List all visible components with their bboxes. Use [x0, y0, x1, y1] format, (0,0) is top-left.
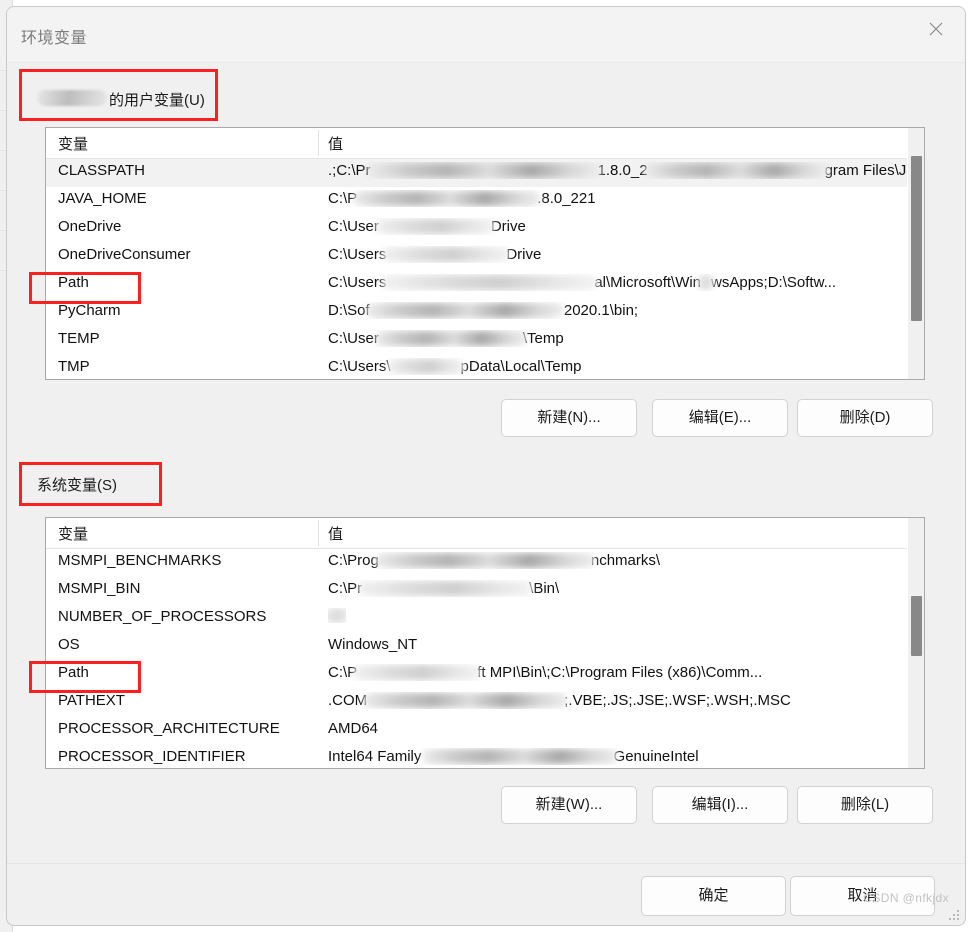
- variable-value: .COM ;.VBE;.JS;.JSE;.WSF;.WSH;.MSC: [328, 692, 791, 709]
- system-list-scrollbar[interactable]: [907, 518, 924, 768]
- variable-name: NUMBER_OF_PROCESSORS: [58, 608, 267, 625]
- close-icon: [929, 22, 943, 36]
- variable-value: [328, 608, 346, 623]
- variable-name: PROCESSOR_IDENTIFIER: [58, 748, 246, 765]
- user-column-value: 值: [328, 136, 344, 153]
- edit-user-variable-button[interactable]: 编辑(E)...: [652, 399, 788, 437]
- table-row[interactable]: OS Windows_NT: [46, 633, 924, 661]
- variable-value: C:\Users al\Microsoft\Win wsApps;D:\Softw.…: [328, 274, 837, 291]
- variable-name: TEMP: [58, 330, 100, 347]
- system-variables-label: 系统变量(S): [37, 477, 117, 494]
- variable-value: .;C:\Pr 1.8.0_2 gram Files\Jav...: [328, 162, 924, 179]
- user-column-divider: [318, 130, 319, 156]
- edit-system-variable-button[interactable]: 编辑(I)...: [652, 786, 788, 824]
- environment-variables-dialog: 环境变量 的用户变量(U) 变量 值 CLASSPATH .;C:\Pr 1.8.…: [6, 6, 966, 926]
- variable-value: C:\User Drive: [328, 218, 526, 235]
- table-row[interactable]: Path C:\Users al\Microsoft\Win wsApps;D:\S…: [46, 271, 924, 299]
- table-row[interactable]: PATHEXT .COM ;.VBE;.JS;.JSE;.WSF;.WSH;.MS…: [46, 689, 924, 717]
- system-column-value: 值: [328, 526, 344, 543]
- system-variables-header: 变量 值: [46, 518, 924, 549]
- variable-value: AMD64: [328, 720, 379, 737]
- user-variables-rows: CLASSPATH .;C:\Pr 1.8.0_2 gram Files\Jav..…: [46, 159, 924, 379]
- variable-name: TMP: [58, 358, 90, 375]
- ok-button[interactable]: 确定: [641, 876, 786, 916]
- system-column-divider: [318, 520, 319, 546]
- table-row[interactable]: Path C:\P ft MPI\Bin\;C:\Program Files (x…: [46, 661, 924, 689]
- table-row[interactable]: PROCESSOR_IDENTIFIER Intel64 Family Genu…: [46, 745, 924, 768]
- variable-name: PROCESSOR_ARCHITECTURE: [58, 720, 280, 737]
- variable-name: CLASSPATH: [58, 162, 145, 179]
- user-variables-label-text: 的用户变量(U): [109, 92, 205, 109]
- table-row[interactable]: JAVA_HOME C:\P .8.0_221: [46, 187, 924, 215]
- watermark: CSDN @nfkjdx: [863, 891, 949, 905]
- user-list-scroll-thumb[interactable]: [911, 156, 922, 321]
- variable-name: MSMPI_BIN: [58, 580, 141, 597]
- variable-name: MSMPI_BENCHMARKS: [58, 552, 222, 569]
- table-row[interactable]: MSMPI_BENCHMARKS C:\Prog nchmarks\: [46, 549, 924, 577]
- variable-name: OneDriveConsumer: [58, 246, 191, 263]
- system-column-variable: 变量: [58, 526, 89, 543]
- variable-name: Path: [58, 664, 89, 681]
- user-variables-list[interactable]: 变量 值 CLASSPATH .;C:\Pr 1.8.0_2 gram Files\…: [45, 127, 925, 380]
- titlebar: 环境变量: [7, 7, 965, 63]
- table-row[interactable]: PyCharm D:\Sof 2020.1\bin;: [46, 299, 924, 327]
- table-row[interactable]: PROCESSOR_ARCHITECTURE AMD64: [46, 717, 924, 745]
- table-row[interactable]: MSMPI_BIN C:\Pr \Bin\: [46, 577, 924, 605]
- variable-name: OS: [58, 636, 80, 653]
- variable-value: Intel64 Family GenuineIntel: [328, 748, 699, 765]
- system-variables-rows: MSMPI_BENCHMARKS C:\Prog nchmarks\ MSMPI_…: [46, 549, 924, 768]
- new-system-variable-button[interactable]: 新建(W)...: [501, 786, 637, 824]
- delete-user-variable-button[interactable]: 删除(D): [797, 399, 933, 437]
- table-row[interactable]: CLASSPATH .;C:\Pr 1.8.0_2 gram Files\Jav..…: [46, 159, 924, 187]
- delete-system-variable-button[interactable]: 删除(L): [797, 786, 933, 824]
- variable-value: C:\Users\ pData\Local\Temp: [328, 358, 582, 375]
- user-variables-label: 的用户变量(U): [37, 89, 205, 110]
- variable-value: C:\P ft MPI\Bin\;C:\Program Files (x86)\C…: [328, 664, 763, 681]
- variable-value: C:\Prog nchmarks\: [328, 552, 661, 569]
- variable-value: C:\User \Temp: [328, 330, 564, 347]
- variable-value: Windows_NT: [328, 636, 418, 653]
- variable-name: PyCharm: [58, 302, 121, 319]
- footer-divider: [7, 863, 965, 864]
- close-button[interactable]: [907, 7, 965, 51]
- variable-value: C:\P .8.0_221: [328, 190, 596, 207]
- user-column-variable: 变量: [58, 136, 89, 153]
- system-variables-list[interactable]: 变量 值 MSMPI_BENCHMARKS C:\Prog nchmarks\ M…: [45, 517, 925, 769]
- user-list-scrollbar[interactable]: [907, 128, 924, 379]
- table-row[interactable]: NUMBER_OF_PROCESSORS: [46, 605, 924, 633]
- variable-name: JAVA_HOME: [58, 190, 147, 207]
- resize-grip[interactable]: [947, 908, 959, 920]
- table-row[interactable]: OneDrive C:\User Drive: [46, 215, 924, 243]
- variable-name: PATHEXT: [58, 692, 125, 709]
- page-title: 环境变量: [21, 30, 88, 47]
- variable-value: C:\Users Drive: [328, 246, 542, 263]
- table-row[interactable]: TMP C:\Users\ pData\Local\Temp: [46, 355, 924, 379]
- user-variables-header: 变量 值: [46, 128, 924, 159]
- variable-value: C:\Pr \Bin\: [328, 580, 560, 597]
- system-list-scroll-thumb[interactable]: [911, 596, 922, 656]
- username-redaction: [37, 90, 107, 106]
- table-row[interactable]: OneDriveConsumer C:\Users Drive: [46, 243, 924, 271]
- variable-value: D:\Sof 2020.1\bin;: [328, 302, 639, 319]
- variable-name: Path: [58, 274, 89, 291]
- variable-name: OneDrive: [58, 218, 122, 235]
- table-row[interactable]: TEMP C:\User \Temp: [46, 327, 924, 355]
- new-user-variable-button[interactable]: 新建(N)...: [501, 399, 637, 437]
